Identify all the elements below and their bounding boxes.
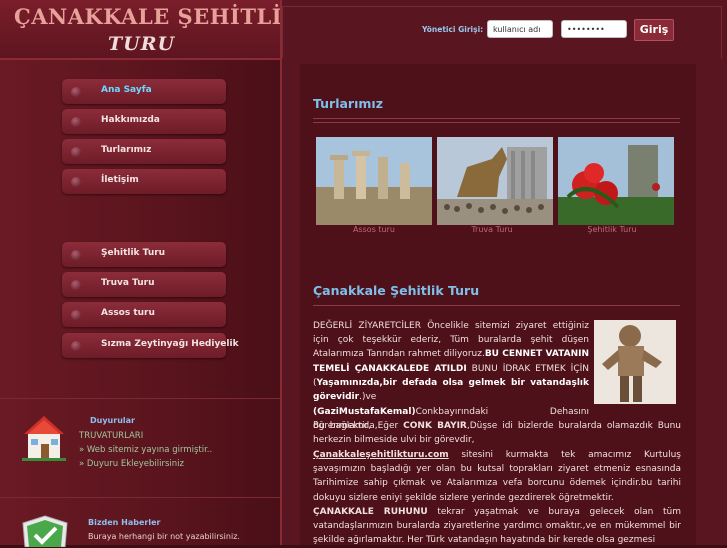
site-logo[interactable]: ÇANAKKALE ŞEHİTLİK TURU — [0, 0, 300, 58]
announcements-title: Duyurular — [90, 416, 135, 425]
announcements-subtitle: TRUVATURLARI — [79, 431, 144, 441]
house-icon — [22, 416, 66, 461]
divider — [0, 398, 280, 399]
sidebar: ÇANAKKALE ŞEHİTLİK TURU Ana Sayfa Hakkım… — [0, 0, 300, 547]
bullet-icon — [71, 280, 81, 290]
news-title: Bizden Haberler — [88, 518, 161, 527]
menu-item-about[interactable]: Hakkımızda — [62, 109, 226, 134]
tours-title: Turlarımız — [313, 96, 383, 111]
site-link[interactable]: Çanakkaleşehitlikturu.com — [313, 450, 449, 460]
logo-subtitle: TURU — [108, 33, 176, 55]
shield-check-icon — [22, 515, 68, 547]
article-paragraph: ÇANAKKALE RUHUNU tekrar yaşatmak ve bura… — [313, 505, 681, 548]
article-paragraph: Bu bağlamda,Eğer CONK BAYIR,Düşse idi bi… — [313, 419, 681, 447]
menu-item-truva-turu[interactable]: Truva Turu — [62, 272, 226, 297]
announcement-item[interactable]: » Duyuru Ekleyebilirsiniz — [79, 459, 184, 469]
menu-label: Sızma Zeytinyağı Hediyelik — [101, 339, 239, 349]
menu-item-zeytinyagi[interactable]: Sızma Zeytinyağı Hediyelik — [62, 333, 239, 358]
article-text: .)ve — [359, 392, 377, 403]
article-title: Çanakkale Şehitlik Turu — [313, 283, 480, 298]
article-paragraph: Çanakkaleşehitlikturu.com sitesini kurma… — [313, 448, 681, 505]
login-bar: Yönetici Girişi: Giriş — [282, 0, 727, 58]
tour-caption[interactable]: Şehitlik Turu — [554, 225, 670, 234]
menu-label: Assos turu — [101, 308, 155, 318]
divider — [0, 497, 280, 498]
menu-label: Truva Turu — [101, 278, 155, 288]
announcement-item[interactable]: » Web sitemiz yayına girmiştir.. — [79, 445, 212, 455]
menu-label: Turlarımız — [101, 145, 152, 155]
password-input[interactable] — [561, 20, 627, 38]
bullet-icon — [71, 341, 81, 351]
bullet-icon — [71, 250, 81, 260]
bullet-icon — [71, 177, 81, 187]
tour-caption[interactable]: Truva Turu — [434, 225, 550, 234]
article-bold-text: ÇANAKKALE RUHUNU — [313, 507, 428, 517]
menu-item-sehitlik-turu[interactable]: Şehitlik Turu — [62, 242, 226, 267]
login-button[interactable]: Giriş — [634, 19, 674, 41]
article-intro: DEĞERLİ ZİYARETCİLER Öncelikle sitemizi … — [313, 319, 589, 404]
divider — [313, 122, 680, 123]
bullet-icon — [71, 310, 81, 320]
bullet-icon — [71, 87, 81, 97]
sehitlik-tour-image[interactable] — [558, 137, 674, 225]
username-input[interactable] — [487, 20, 553, 38]
divider — [313, 305, 680, 306]
article-bold-text: Yaşamınızda,bir defada olsa gelmek bir v… — [313, 377, 589, 403]
divider — [313, 118, 680, 119]
article-bold-text: CONK BAYIR — [403, 421, 467, 431]
assos-tour-image[interactable] — [316, 137, 432, 225]
menu-label: Şehitlik Turu — [101, 248, 166, 258]
menu-item-assos-turu[interactable]: Assos turu — [62, 302, 226, 327]
menu-item-tours[interactable]: Turlarımız — [62, 139, 226, 164]
menu-item-home[interactable]: Ana Sayfa — [62, 79, 226, 104]
menu-label: İletişim — [101, 175, 139, 185]
menu-label: Ana Sayfa — [101, 85, 152, 95]
menu-item-contact[interactable]: İletişim — [62, 169, 226, 194]
tour-caption[interactable]: Assos turu — [316, 225, 432, 234]
menu-label: Hakkımızda — [101, 115, 160, 125]
article-text: Bu bağlamda,Eğer — [313, 421, 404, 431]
soldier-photo — [594, 320, 676, 404]
login-label: Yönetici Girişi: — [422, 25, 484, 34]
news-text: Buraya herhangi bir not yazabilirsiniz. — [88, 532, 240, 541]
truva-tour-image[interactable] — [437, 137, 553, 225]
logo-title: ÇANAKKALE ŞEHİTLİK — [14, 4, 301, 29]
article-bold-text: (GaziMustafaKemal) — [313, 407, 416, 417]
column-divider — [280, 0, 282, 545]
divider — [0, 58, 280, 60]
bullet-icon — [71, 147, 81, 157]
bullet-icon — [71, 117, 81, 127]
